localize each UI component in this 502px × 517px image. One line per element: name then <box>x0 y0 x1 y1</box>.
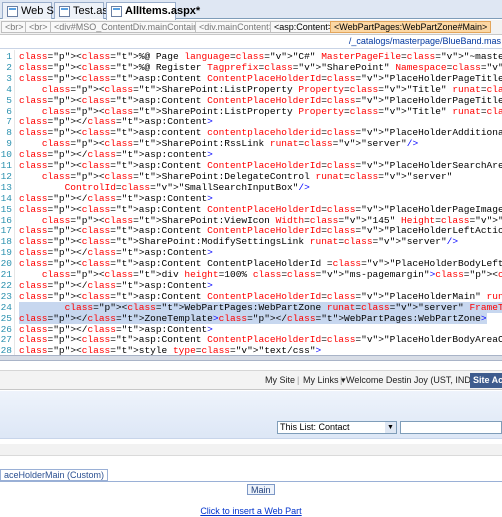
code-line[interactable]: class="p"><class="t">div height=100% cla… <box>19 269 502 280</box>
search-scope-select[interactable]: This List: Contact ▼ <box>277 421 397 434</box>
my-site-link[interactable]: My Site <box>265 375 295 385</box>
line-number: 24 <box>0 301 12 313</box>
page-icon <box>111 6 122 17</box>
line-number: 2 <box>6 61 12 73</box>
code-line[interactable]: class="p"><class="t">asp:Content Content… <box>19 160 502 171</box>
line-number: 22 <box>0 279 12 291</box>
line-number: 15 <box>0 203 12 215</box>
separator: | <box>297 375 300 385</box>
chevron-down-icon: ▼ <box>385 422 396 433</box>
code-line[interactable]: class="p"><class="t">asp:Content Content… <box>19 95 502 106</box>
line-number: 8 <box>6 127 12 139</box>
breadcrumb-main-content[interactable]: <div.mainContent> <box>195 21 278 33</box>
code-line[interactable]: class="p"><class="t">style type=class="v… <box>19 345 321 355</box>
insert-webpart-link[interactable]: Click to insert a Web Part <box>0 506 502 516</box>
code-line[interactable]: class="p"><class="t">SharePoint:ViewIcon… <box>19 215 502 226</box>
breadcrumb-content-div[interactable]: <div#MSO_ContentDiv.mainContainer> <box>50 21 216 33</box>
code-line[interactable]: class="p"><class="t">SharePoint:RssLink … <box>19 138 418 149</box>
placeholder-main-tag[interactable]: aceHolderMain (Custom) <box>0 469 109 481</box>
line-number: 10 <box>0 149 12 161</box>
code-line[interactable]: class="p"></class="t">asp:Content> <box>19 116 213 127</box>
line-number: 6 <box>6 105 12 117</box>
line-number: 26 <box>0 323 12 335</box>
code-line[interactable]: class="p"></class="t">asp:Content> <box>19 193 213 204</box>
search-scope-value: This List: Contact <box>280 422 350 432</box>
document-tab-bar: Web Site Test.aspx AllItems.aspx* <box>0 0 502 20</box>
separator: | <box>340 375 343 385</box>
editor-gutter <box>14 50 15 355</box>
code-line[interactable]: class="p"><class="t">%@ Page language=cl… <box>19 51 502 62</box>
code-line[interactable]: class="p"><class="t">asp:Content Content… <box>19 225 502 236</box>
code-line[interactable]: class="p"><class="t">asp:content content… <box>19 127 502 138</box>
line-number: 7 <box>6 116 12 128</box>
web-site-icon <box>7 6 18 17</box>
design-view[interactable]: My Site | My Links ▾ | Welcome Destin Jo… <box>0 361 502 517</box>
nav-stripe <box>0 444 502 456</box>
code-line[interactable]: class="p"><class="t">SharePoint:ListProp… <box>19 106 502 117</box>
line-number: 14 <box>0 192 12 204</box>
code-line[interactable]: class="p"></class="t">asp:Content> <box>19 324 213 335</box>
code-line[interactable]: class="p"><class="t">asp:Content Content… <box>19 291 502 302</box>
breadcrumb-asp-content[interactable]: <asp:Content> <box>270 21 338 33</box>
code-line[interactable]: class="p"><class="t">asp:Content Content… <box>19 73 502 84</box>
code-line[interactable]: class="p"></class="t">asp:Content> <box>19 247 213 258</box>
line-number: 23 <box>0 290 12 302</box>
breadcrumb-br-2[interactable]: <br> <box>25 21 52 33</box>
code-editor[interactable]: 1 class="p"><class="t">%@ Page language=c… <box>0 50 502 355</box>
line-number: 21 <box>0 269 12 280</box>
code-line[interactable]: class="p"></class="t">ZoneTemplate>class… <box>19 312 487 324</box>
site-top-bar: My Site | My Links ▾ | Welcome Destin Jo… <box>0 370 502 390</box>
line-number: 19 <box>0 247 12 259</box>
master-page-path[interactable]: /_catalogs/masterpage/BlueBand.mas <box>0 36 502 49</box>
line-number: 3 <box>6 72 12 84</box>
tab-label: AllItems.aspx* <box>125 5 201 17</box>
site-actions-button[interactable]: Site Ac <box>470 373 502 388</box>
tab-test-aspx[interactable]: Test.aspx <box>54 2 119 19</box>
line-number: 25 <box>0 312 12 324</box>
line-number: 13 <box>0 181 12 193</box>
code-line[interactable]: class="p"><class="t">WebPartPages:WebPar… <box>19 301 502 313</box>
webpart-zone-main[interactable]: Main <box>0 481 502 495</box>
search-input[interactable] <box>400 421 502 434</box>
tag-breadcrumb: <br> <br> <div#MSO_ContentDiv.mainContai… <box>0 20 502 35</box>
code-line[interactable]: class="p"><class="t">SharePoint:ListProp… <box>19 84 502 95</box>
zone-label: Main <box>247 484 275 495</box>
code-line[interactable]: class="p"></class="t">asp:content> <box>19 149 213 160</box>
code-line[interactable]: class="p"><class="t">asp:Content Content… <box>19 334 502 345</box>
line-number: 17 <box>0 225 12 237</box>
line-number: 18 <box>0 236 12 248</box>
line-number: 16 <box>0 214 12 226</box>
page-icon <box>59 6 70 17</box>
line-number: 5 <box>6 94 12 106</box>
line-number: 4 <box>6 83 12 95</box>
code-line[interactable]: class="p"><class="t">SharePoint:ModifySe… <box>19 236 458 247</box>
code-line[interactable]: class="p"></class="t">asp:Content> <box>19 280 213 291</box>
line-number: 12 <box>0 170 12 182</box>
line-number: 27 <box>0 334 12 346</box>
line-number: 1 <box>6 51 12 62</box>
code-line[interactable]: class="p"><class="t">asp:Content Content… <box>19 258 502 269</box>
code-line[interactable]: ControlId=class="v">"SmallSearchInputBox… <box>19 182 310 193</box>
welcome-menu[interactable]: Welcome Destin Joy (UST, IND) ▾ <box>346 375 481 386</box>
tab-web-site[interactable]: Web Site <box>2 2 65 19</box>
code-line[interactable]: class="p"><class="t">SharePoint:Delegate… <box>19 171 453 182</box>
line-number: 28 <box>0 345 12 355</box>
breadcrumb-br-1[interactable]: <br> <box>1 21 28 33</box>
code-line[interactable]: class="p"><class="t">asp:Content Content… <box>19 204 502 215</box>
line-number: 11 <box>0 160 12 171</box>
breadcrumb-webpart-zone[interactable]: <WebPartPages:WebPartZone#Main> <box>330 21 492 33</box>
tab-allitems-aspx[interactable]: AllItems.aspx* <box>106 2 200 20</box>
line-number: 9 <box>6 138 12 150</box>
code-line[interactable]: class="p"><class="t">%@ Register Tagpref… <box>19 62 502 73</box>
line-number: 20 <box>0 258 12 270</box>
